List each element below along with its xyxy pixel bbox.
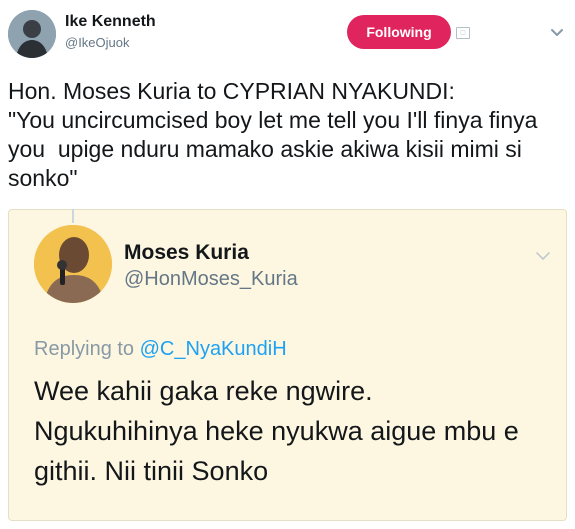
tweet-text: Hon. Moses Kuria to CYPRIAN NYAKUNDI: "Y… (8, 78, 538, 191)
quoted-author-display-name[interactable]: Moses Kuria (124, 241, 249, 265)
avatar-photo-icon (8, 10, 56, 58)
avatar-photo-icon (34, 225, 112, 303)
chevron-down-icon[interactable] (535, 251, 551, 261)
chevron-down-icon[interactable] (550, 28, 564, 38)
tweet-icon: ▢ (456, 27, 470, 39)
quoted-tweet-text: Wee kahii gaka reke ngwire. Ngukuhihinya… (34, 376, 519, 486)
replying-to-label: Replying to (34, 338, 140, 360)
quoted-author-handle[interactable]: @HonMoses_Kuria (124, 268, 298, 291)
author-handle[interactable]: @IkeOjuok (65, 35, 130, 50)
following-button[interactable]: Following (347, 15, 451, 49)
quoted-author-avatar[interactable] (34, 225, 112, 303)
author-display-name[interactable]: Ike Kenneth (65, 13, 156, 31)
author-avatar[interactable] (8, 10, 56, 58)
replying-to-line: Replying to @C_NyaKundiH (34, 338, 287, 361)
thread-connector (72, 209, 74, 223)
replying-to-mention[interactable]: @C_NyaKundiH (140, 338, 287, 360)
